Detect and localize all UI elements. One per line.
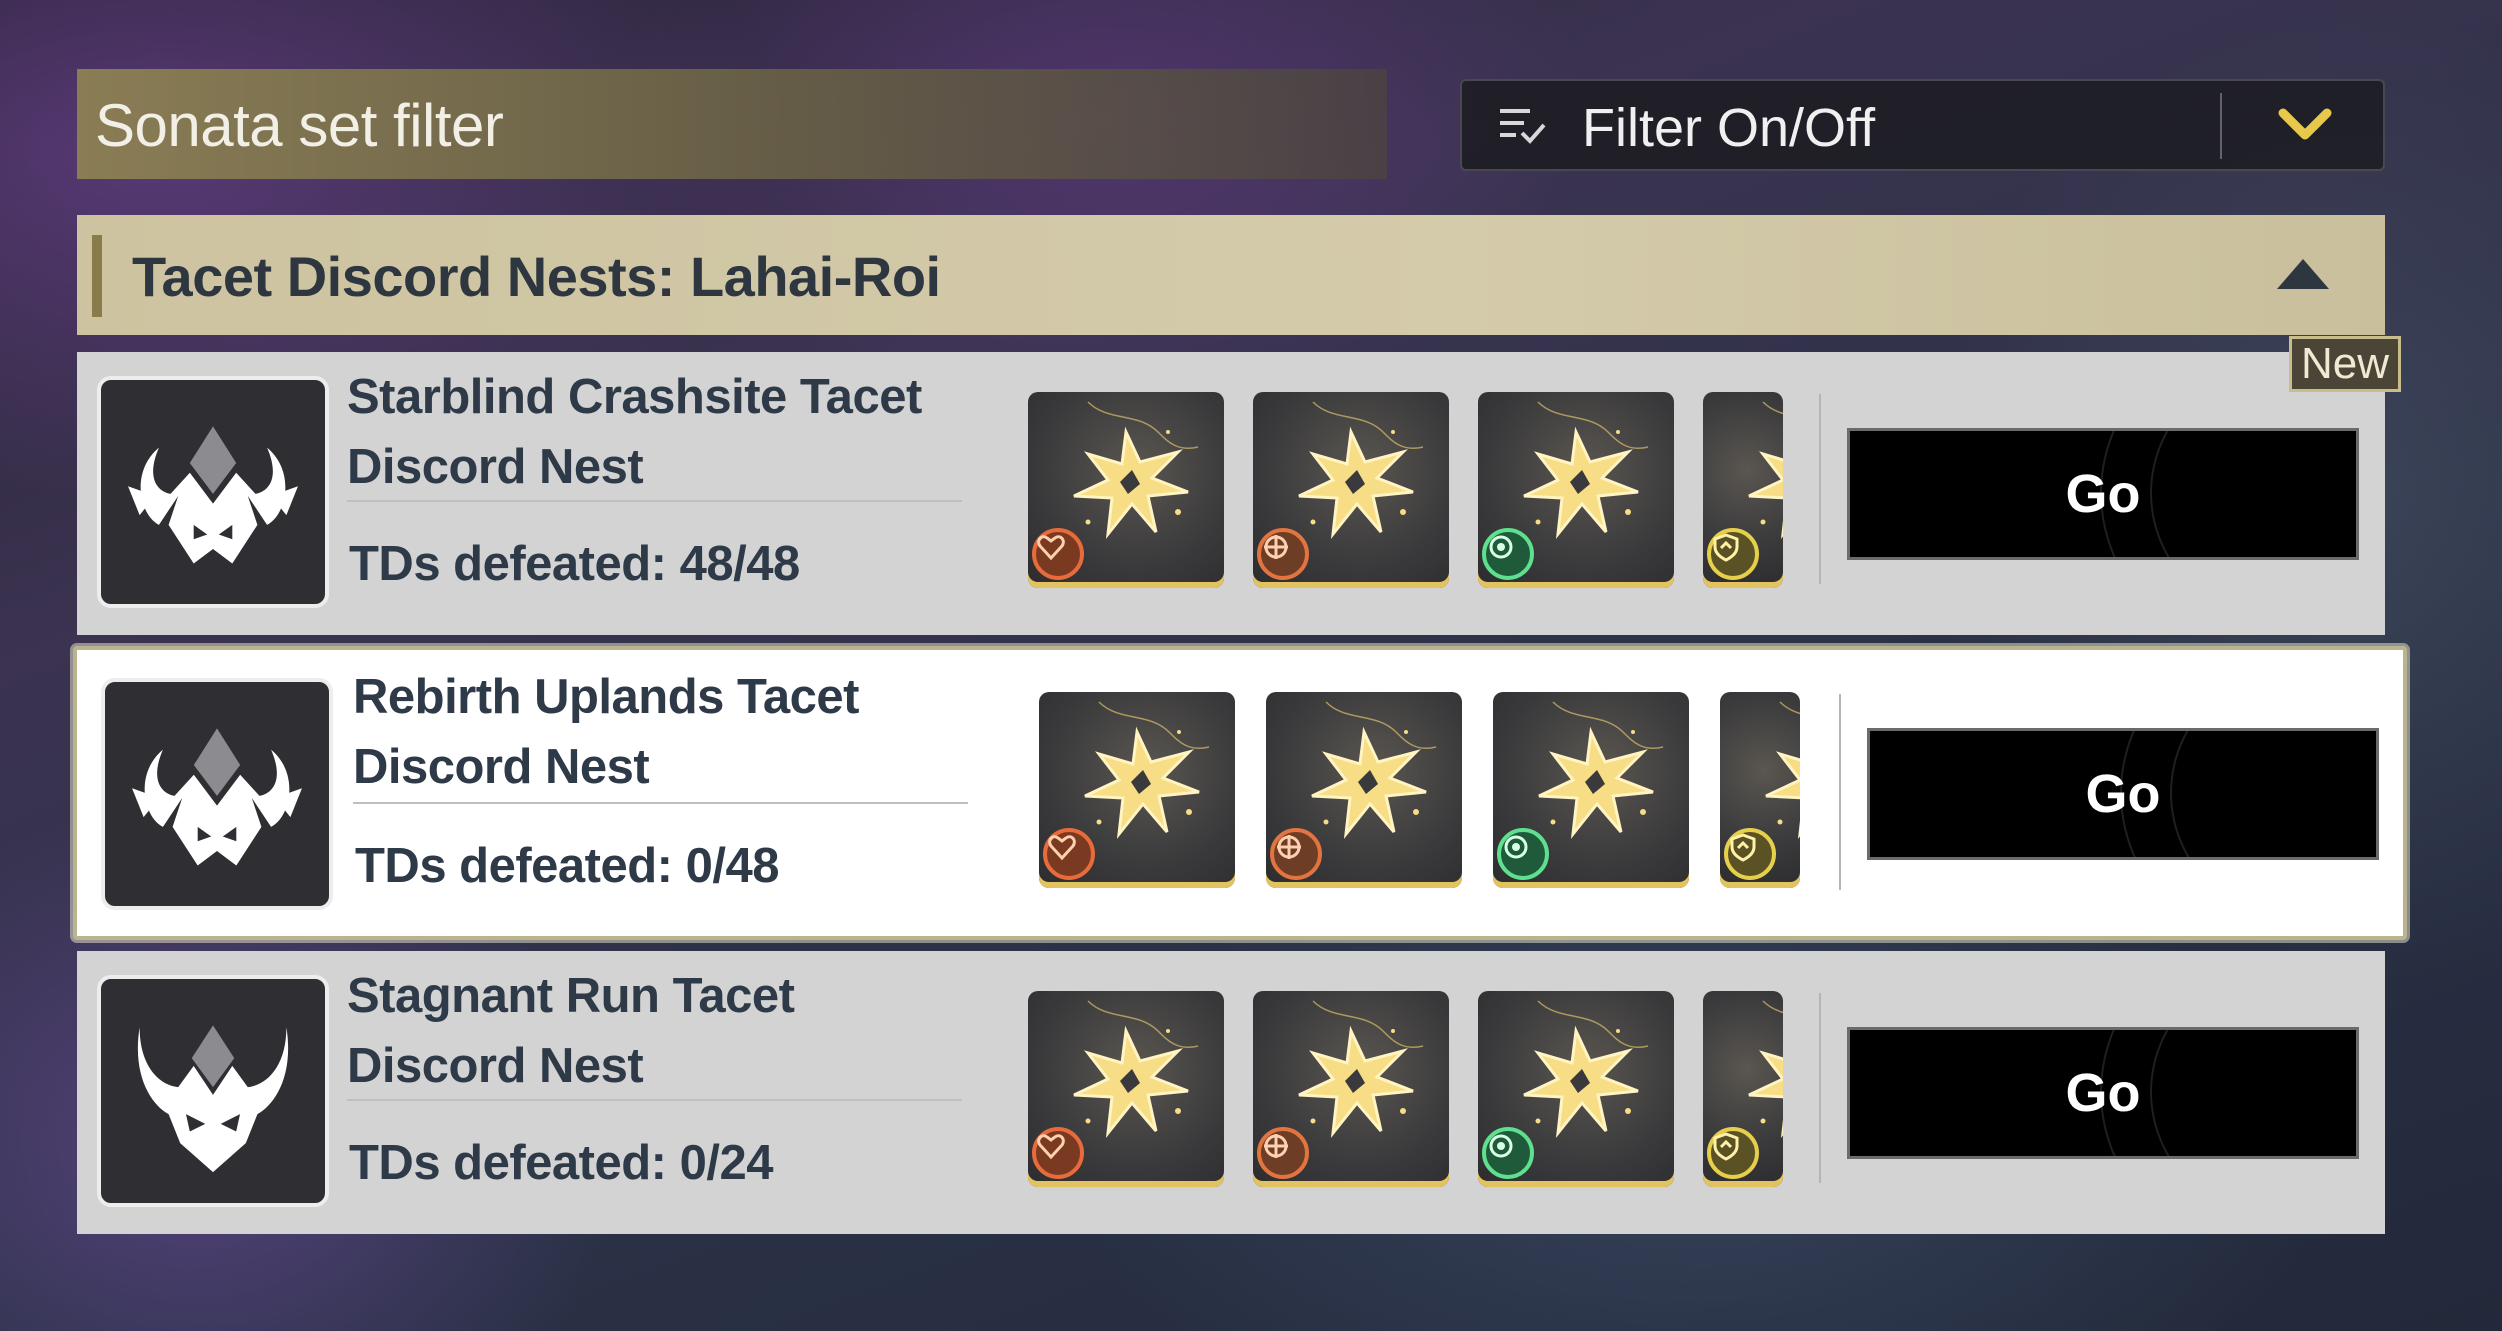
tacet-discord-emblem-icon <box>101 678 333 910</box>
heart-sonata-icon <box>1043 828 1095 880</box>
nest-row-stagnant-run[interactable]: Stagnant Run Tacet Discord Nest TDs defe… <box>77 951 2385 1234</box>
nest-name-line2: Discord Nest <box>347 440 644 494</box>
echo-reward-item[interactable] <box>1478 392 1674 588</box>
nest-name-line1: Starblind Crashsite Tacet <box>347 370 922 424</box>
echo-reward-item[interactable] <box>1703 991 1783 1187</box>
section-title: Tacet Discord Nests: Lahai-Roi <box>132 245 941 308</box>
tds-defeated-count: TDs defeated: 48/48 <box>349 537 800 591</box>
echo-reward-item[interactable] <box>1266 692 1462 888</box>
target-sonata-icon <box>1482 1127 1534 1179</box>
name-separator <box>347 500 962 502</box>
nest-name-line2: Discord Nest <box>353 740 650 794</box>
target-sonata-icon <box>1482 528 1534 580</box>
go-button[interactable]: Go <box>1847 428 2359 560</box>
shield-sonata-icon <box>1707 1127 1759 1179</box>
echo-reward-item[interactable] <box>1493 692 1689 888</box>
filter-toggle-dropdown[interactable]: Filter On/Off <box>1460 79 2385 171</box>
new-badge: New <box>2289 336 2401 392</box>
sonata-filter-header: Sonata set filter <box>77 69 1387 179</box>
chevron-down-icon[interactable] <box>2277 105 2333 145</box>
echo-reward-item[interactable] <box>1028 392 1224 588</box>
echo-reward-item[interactable] <box>1039 692 1235 888</box>
shield-sonata-icon <box>1707 528 1759 580</box>
echo-reward-item[interactable] <box>1720 692 1800 888</box>
scroll-divider <box>1819 394 1821 584</box>
echo-reward-item[interactable] <box>1478 991 1674 1187</box>
section-accent-bar <box>92 235 102 317</box>
crosshair-sonata-icon <box>1257 1127 1309 1179</box>
caret-up-icon[interactable] <box>2277 259 2329 289</box>
go-button[interactable]: Go <box>1847 1027 2359 1159</box>
heart-sonata-icon <box>1032 1127 1084 1179</box>
nest-name-line1: Stagnant Run Tacet <box>347 969 795 1023</box>
echo-reward-item[interactable] <box>1028 991 1224 1187</box>
name-separator <box>347 1099 962 1101</box>
nest-row-rebirth-uplands[interactable]: Rebirth Uplands Tacet Discord Nest TDs d… <box>73 646 2407 940</box>
shield-sonata-icon <box>1724 828 1776 880</box>
nest-name: Stagnant Run Tacet Discord Nest <box>347 961 987 1101</box>
name-separator <box>353 802 968 804</box>
section-header-lahai-roi[interactable]: Tacet Discord Nests: Lahai-Roi <box>77 215 2385 335</box>
nest-name: Rebirth Uplands Tacet Discord Nest <box>353 662 993 802</box>
echo-reward-item[interactable] <box>1253 392 1449 588</box>
filter-divider <box>2220 93 2222 159</box>
page-title: Sonata set filter <box>95 92 504 159</box>
target-sonata-icon <box>1497 828 1549 880</box>
filter-label: Filter On/Off <box>1582 98 1876 158</box>
nest-name: Starblind Crashsite Tacet Discord Nest <box>347 362 987 502</box>
echo-reward-item[interactable] <box>1253 991 1449 1187</box>
go-button[interactable]: Go <box>1867 728 2379 860</box>
crosshair-sonata-icon <box>1257 528 1309 580</box>
heart-sonata-icon <box>1032 528 1084 580</box>
tacet-discord-emblem-icon <box>97 975 329 1207</box>
nest-row-starblind[interactable]: Starblind Crashsite Tacet Discord Nest T… <box>77 352 2385 635</box>
tds-defeated-count: TDs defeated: 0/24 <box>349 1136 774 1190</box>
tacet-discord-emblem-icon <box>97 376 329 608</box>
filter-list-icon <box>1500 109 1546 144</box>
scroll-divider <box>1819 993 1821 1183</box>
crosshair-sonata-icon <box>1270 828 1322 880</box>
nest-name-line1: Rebirth Uplands Tacet <box>353 670 859 724</box>
nest-name-line2: Discord Nest <box>347 1039 644 1093</box>
scroll-divider <box>1839 694 1841 890</box>
tds-defeated-count: TDs defeated: 0/48 <box>355 839 780 893</box>
echo-reward-item[interactable] <box>1703 392 1783 588</box>
